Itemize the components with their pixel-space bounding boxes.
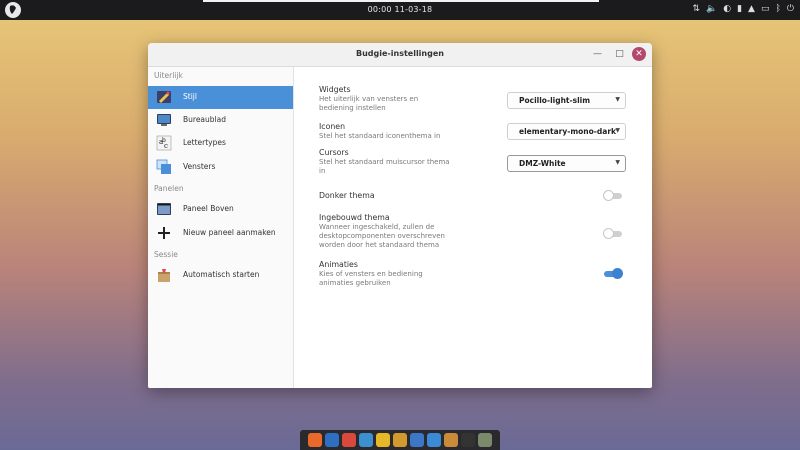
night-light-icon[interactable]: ◐: [723, 3, 731, 16]
setting-dark-theme: Donker thema: [319, 191, 519, 201]
icons-combo[interactable]: elementary-mono-dark ▼: [507, 123, 626, 140]
sidebar-item-label: Stijl: [183, 92, 197, 101]
sidebar-item-nieuw-paneel[interactable]: Nieuw paneel aanmaken: [148, 222, 293, 245]
folder-icon[interactable]: ▭: [761, 3, 770, 16]
setting-name: Iconen: [319, 122, 346, 131]
bluetooth-icon[interactable]: ᛒ: [775, 3, 780, 16]
setting-name: Widgets: [319, 85, 351, 94]
setting-desc: Kies of vensters en bediening: [319, 270, 423, 278]
chevron-down-icon: ▼: [615, 159, 620, 166]
power-icon[interactable]: ▮: [737, 3, 742, 16]
combo-value: elementary-mono-dark: [519, 127, 617, 136]
setting-cursors: Cursors Stel het standaard muiscursor th…: [319, 148, 519, 176]
setting-desc: animaties gebruiken: [319, 279, 391, 287]
setting-desc: worden door het standaard thema: [319, 241, 440, 249]
sidebar-item-label: Lettertypes: [183, 138, 226, 147]
setting-name: Ingebouwd thema: [319, 213, 390, 222]
thunderbird-icon[interactable]: [325, 433, 339, 447]
switch-knob: [612, 268, 623, 279]
switch-knob: [603, 190, 614, 201]
browser-icon[interactable]: [359, 433, 373, 447]
setting-name: Donker thema: [319, 191, 375, 200]
sidebar-item-label: Paneel Boven: [183, 204, 234, 213]
sidebar: Uiterlijk Stijl Bureaublad a c b Lettert…: [148, 67, 294, 388]
top-panel: 00:00 11-03-18 ⇅ 🔈 ◐ ▮ ▲ ▭ ᛒ ⏻: [0, 0, 800, 20]
minimize-button[interactable]: —: [591, 48, 604, 61]
sidebar-item-stijl[interactable]: Stijl: [148, 86, 293, 109]
titlebar[interactable]: Budgie-instellingen — □ ✕: [148, 43, 652, 67]
terminal-icon[interactable]: [461, 433, 475, 447]
svg-text:b: b: [162, 137, 166, 144]
combo-value: Pocillo-light-slim: [519, 96, 591, 105]
setting-name: Animaties: [319, 260, 358, 269]
store-icon[interactable]: [427, 433, 441, 447]
animations-switch[interactable]: [604, 268, 623, 279]
window-title: Budgie-instellingen: [356, 49, 444, 58]
setting-desc: Stel het standaard muiscursor thema: [319, 158, 450, 166]
brush-icon: [157, 91, 171, 103]
settings-content: Widgets Het uiterlijk van vensters en be…: [294, 67, 652, 388]
dark-theme-switch[interactable]: [603, 190, 622, 201]
chevron-down-icon: ▼: [615, 127, 620, 134]
section-uiterlijk: Uiterlijk: [154, 71, 183, 80]
combo-value: DMZ-White: [519, 159, 566, 168]
setting-icons: Iconen Stel het standaard iconenthema in: [319, 122, 519, 141]
package-icon: [158, 269, 170, 282]
sidebar-item-automatisch-starten[interactable]: Automatisch starten: [148, 264, 293, 287]
sidebar-item-label: Vensters: [183, 162, 216, 171]
sidebar-item-bureaublad[interactable]: Bureaublad: [148, 109, 293, 132]
app-icon[interactable]: [376, 433, 390, 447]
setting-desc: Stel het standaard iconenthema in: [319, 132, 441, 140]
network-icon[interactable]: ⇅: [692, 3, 700, 16]
setting-desc: in: [319, 167, 326, 175]
chevron-down-icon: ▼: [615, 96, 620, 103]
setting-widgets: Widgets Het uiterlijk van vensters en be…: [319, 85, 519, 113]
plus-icon: [158, 227, 170, 239]
calculator-icon[interactable]: [410, 433, 424, 447]
setting-desc: Het uiterlijk van vensters en: [319, 95, 419, 103]
volume-icon[interactable]: 🔈: [706, 3, 717, 16]
sidebar-item-label: Nieuw paneel aanmaken: [183, 228, 276, 237]
cursors-combo[interactable]: DMZ-White ▼: [507, 155, 626, 172]
section-panelen: Panelen: [154, 184, 184, 193]
chromium-icon[interactable]: [342, 433, 356, 447]
setting-builtin-theme: Ingebouwd thema Wanneer ingeschakeld, zu…: [319, 213, 519, 250]
setting-animations: Animaties Kies of vensters en bediening …: [319, 260, 519, 288]
sidebar-item-vensters[interactable]: Vensters: [148, 156, 293, 179]
notifications-icon[interactable]: ▲: [748, 3, 755, 16]
setting-desc: desktopcomponenten overschreven: [319, 232, 445, 240]
close-button[interactable]: ✕: [632, 47, 646, 61]
firefox-icon[interactable]: [308, 433, 322, 447]
font-icon: a c b: [156, 135, 172, 151]
desktop-icon: [157, 114, 171, 126]
sidebar-item-lettertypes[interactable]: a c b Lettertypes: [148, 132, 293, 155]
system-tray: ⇅ 🔈 ◐ ▮ ▲ ▭ ᛒ ⏻: [692, 3, 794, 16]
settings-icon[interactable]: [444, 433, 458, 447]
sidebar-item-paneel-boven[interactable]: Paneel Boven: [148, 198, 293, 221]
setting-desc: bediening instellen: [319, 104, 386, 112]
switch-knob: [603, 228, 614, 239]
sidebar-item-label: Automatisch starten: [183, 270, 260, 279]
widgets-combo[interactable]: Pocillo-light-slim ▼: [507, 92, 626, 109]
windows-icon: [156, 159, 171, 174]
maximize-button[interactable]: □: [613, 48, 626, 61]
sidebar-item-label: Bureaublad: [183, 115, 226, 124]
panel-strip: [203, 0, 599, 2]
dock: [300, 430, 500, 450]
clock[interactable]: 00:00 11-03-18: [0, 5, 800, 14]
setting-desc: Wanneer ingeschakeld, zullen de: [319, 223, 435, 231]
setting-name: Cursors: [319, 148, 349, 157]
builtin-theme-switch[interactable]: [603, 228, 622, 239]
settings-window: Budgie-instellingen — □ ✕ Uiterlijk Stij…: [148, 43, 652, 388]
panel-icon: [157, 203, 171, 215]
files-icon[interactable]: [393, 433, 407, 447]
monitor-icon[interactable]: [478, 433, 492, 447]
section-sessie: Sessie: [154, 250, 178, 259]
user-icon[interactable]: ⏻: [787, 3, 794, 16]
